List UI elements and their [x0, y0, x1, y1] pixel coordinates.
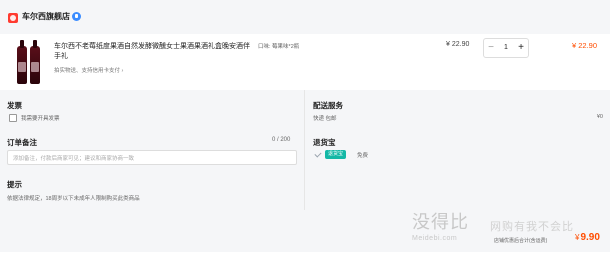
check-icon[interactable]	[315, 151, 321, 157]
summary-value: 9.90	[580, 232, 600, 243]
refund-title: 退货宝	[313, 138, 336, 147]
summary-label: 店铺优惠后合计(含运费)	[494, 238, 548, 244]
delivery-method[interactable]: 快递 包邮	[313, 114, 337, 122]
store-name[interactable]: 车尔西旗舰店	[22, 11, 70, 22]
summary-amount: ¥9.90	[575, 232, 600, 243]
column-divider	[304, 90, 305, 210]
bottom-spacer	[0, 252, 610, 262]
bottle-image	[17, 40, 27, 84]
order-summary: 店铺优惠后合计(含运费) ¥9.90	[0, 210, 610, 252]
quantity-stepper: − 1 +	[483, 38, 529, 58]
delivery-price: ¥0	[596, 114, 603, 120]
remark-input[interactable]: 添加备注，付款后商家可见；建议和商家协商一致	[7, 150, 297, 165]
remark-placeholder: 添加备注，付款后商家可见；建议和商家协商一致	[13, 156, 135, 162]
currency-symbol: ¥	[575, 233, 580, 242]
store-header: 车尔西旗舰店	[0, 0, 610, 34]
refund-free-label: 免费	[357, 153, 369, 159]
unit-price: ¥ 22.90	[446, 41, 470, 48]
decrease-quantity-button[interactable]: −	[484, 39, 498, 57]
product-title[interactable]: 车尔西不老莓纸度果酒自然发酵微醺女士果酒果酒礼盒晚安酒伴手礼	[54, 42, 254, 62]
delivery-title: 配送服务	[313, 101, 343, 110]
product-thumbnail[interactable]	[14, 40, 44, 84]
refund-badge: 退货宝	[325, 150, 347, 159]
product-row: 车尔西不老莓纸度果酒自然发酵微醺女士果酒果酒礼盒晚安酒伴手礼 拍实物送、支持信用…	[0, 34, 610, 90]
invoice-checkbox[interactable]	[9, 114, 17, 122]
order-options: 发票 我需要开具发票 订单备注 0 / 200 添加备注，付款后商家可见；建议和…	[0, 90, 610, 252]
verified-icon	[72, 12, 81, 21]
checkout-page: 车尔西旗舰店 车尔西不老莓纸度果酒自然发酵微醺女士果酒果酒礼盒晚安酒伴手礼 拍实…	[0, 0, 610, 262]
product-payment-note[interactable]: 拍实物送、支持信用卡支付 ›	[54, 66, 123, 74]
invoice-title: 发票	[7, 101, 22, 110]
line-total: ¥ 22.90	[572, 41, 598, 50]
increase-quantity-button[interactable]: +	[514, 39, 528, 57]
remark-counter: 0 / 200	[272, 137, 291, 143]
remark-title: 订单备注	[7, 138, 37, 147]
invoice-option-label[interactable]: 我需要开具发票	[21, 114, 60, 122]
store-icon	[8, 13, 18, 23]
product-spec: 口味: 莓果味*2瓶	[258, 44, 300, 50]
bottle-image	[30, 40, 40, 84]
tips-text: 依据法律规定，18周岁以下未成年人限制购买此类商品	[7, 196, 140, 202]
quantity-value[interactable]: 1	[498, 39, 514, 57]
tips-title: 提示	[7, 180, 22, 189]
